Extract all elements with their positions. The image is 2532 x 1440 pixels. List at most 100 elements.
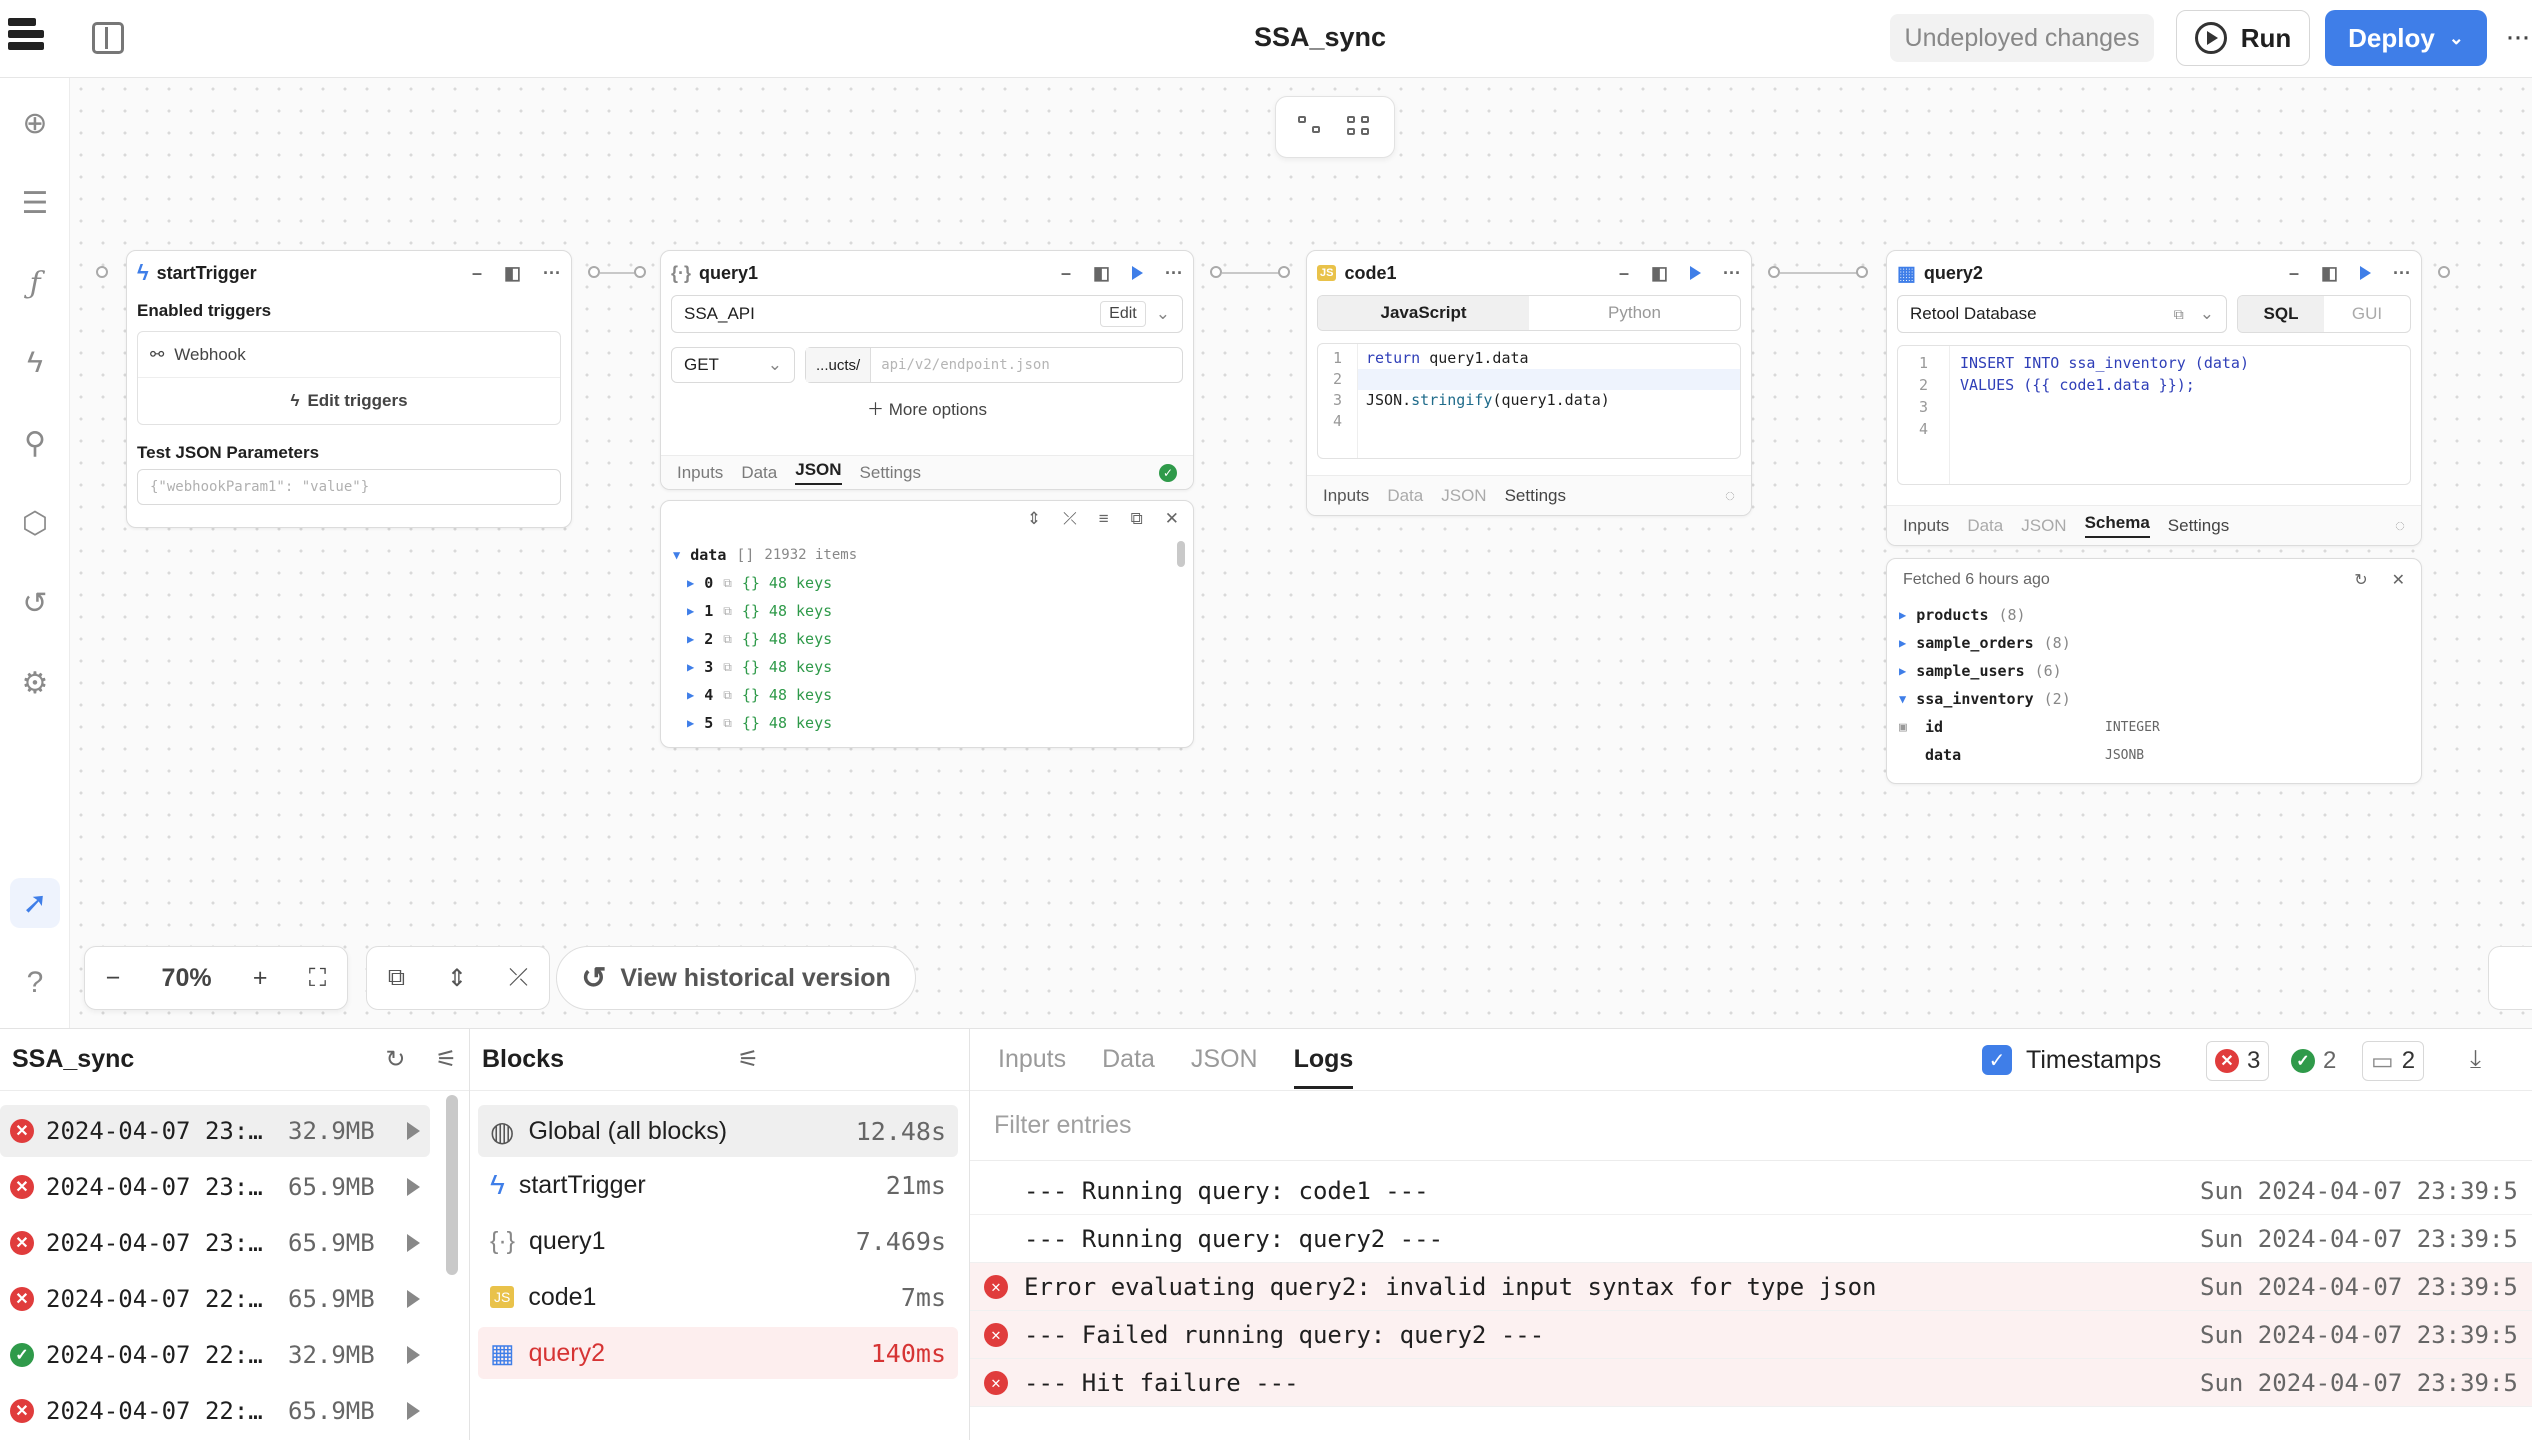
minimize-icon[interactable]: –: [472, 263, 482, 284]
schema-table-row[interactable]: ▶ sample_orders (8): [1899, 629, 2409, 657]
tab-settings[interactable]: Settings: [2168, 516, 2229, 536]
url-input[interactable]: ...ucts/api/v2/endpoint.json: [805, 347, 1183, 383]
schema-table-row[interactable]: ▶ products (8): [1899, 601, 2409, 629]
play-icon[interactable]: [407, 1402, 420, 1420]
block-name[interactable]: query2: [1924, 263, 1983, 284]
query2-block[interactable]: ▦ query2 – ◧ ··· Retool Database ⧉ ⌄ SQL GUI…: [1886, 250, 2422, 546]
tab-inputs[interactable]: Inputs: [998, 1045, 1066, 1074]
tab-data[interactable]: Data: [741, 463, 777, 483]
run-block-icon[interactable]: [1132, 266, 1144, 280]
tab-json[interactable]: JSON: [2021, 516, 2066, 536]
schema-column-row[interactable]: ▣ id INTEGER: [1899, 713, 2409, 741]
auto-layout-icon[interactable]: ⧉: [388, 964, 405, 992]
chevron-down-icon[interactable]: ⌄: [2200, 304, 2214, 324]
copy-icon[interactable]: ⧉: [723, 604, 732, 619]
block-row-starttrigger[interactable]: ϟ startTrigger 21ms: [478, 1159, 958, 1211]
play-icon[interactable]: [407, 1234, 420, 1252]
resource-select[interactable]: Retool Database ⧉ ⌄: [1897, 295, 2227, 333]
download-icon[interactable]: ⤓: [2470, 1045, 2481, 1074]
run-block-icon[interactable]: [1690, 266, 1702, 280]
collapse-all-icon[interactable]: ⤫: [509, 964, 528, 992]
copy-icon[interactable]: ⧉: [723, 716, 732, 731]
panel-icon[interactable]: ◧: [1651, 263, 1668, 284]
triggers-icon[interactable]: ϟ: [10, 338, 60, 388]
zoom-out-button[interactable]: −: [106, 964, 121, 993]
play-icon[interactable]: [407, 1346, 420, 1364]
run-row[interactable]: ✕ 2024-04-07 22:… 65.9MB: [0, 1385, 430, 1437]
connector-dot[interactable]: [2438, 266, 2450, 278]
block-name[interactable]: query1: [699, 263, 758, 284]
open-external-icon[interactable]: ⧉: [2174, 306, 2184, 323]
copy-icon[interactable]: ⧉: [723, 632, 732, 647]
run-block-icon[interactable]: [2360, 266, 2372, 280]
tab-inputs[interactable]: Inputs: [677, 463, 723, 483]
code1-block[interactable]: JS code1 – ◧ ··· JavaScript Python 1 2 3 4 re…: [1306, 250, 1752, 516]
play-icon[interactable]: [407, 1178, 420, 1196]
error-count-badge[interactable]: ✕ 3: [2206, 1041, 2270, 1081]
wrap-icon[interactable]: ≡: [1099, 509, 1109, 533]
more-icon[interactable]: ···: [2393, 263, 2411, 284]
json-array-row[interactable]: ▶ 3 ⧉ {} 48 keys: [673, 653, 1181, 681]
expand-icon[interactable]: ⇕: [1027, 509, 1041, 533]
log-entry[interactable]: ✕ --- Failed running query: query2 --- Sun…: [970, 1311, 2532, 1359]
language-python[interactable]: Python: [1529, 296, 1740, 330]
more-options-button[interactable]: ＋ More options: [661, 395, 1193, 420]
filter-entries-input[interactable]: Filter entries: [970, 1091, 2532, 1161]
schema-table-row[interactable]: ▼ ssa_inventory (2): [1899, 685, 2409, 713]
block-row-query2[interactable]: ▦ query2 140ms: [478, 1327, 958, 1379]
method-select[interactable]: GET ⌄: [671, 347, 795, 383]
schema-column-row[interactable]: data JSONB: [1899, 741, 2409, 769]
tab-json[interactable]: JSON: [1441, 486, 1486, 506]
log-entry[interactable]: ✕ Error evaluating query2: invalid input …: [970, 1263, 2532, 1311]
help-icon[interactable]: ?: [10, 958, 60, 1008]
tab-inputs[interactable]: Inputs: [1323, 486, 1369, 506]
test-params-input[interactable]: {"webhookParam1": "value"}: [137, 469, 561, 505]
history-icon[interactable]: ↺: [10, 578, 60, 628]
start-trigger-block[interactable]: ϟ startTrigger – ◧ ··· Enabled triggers ⚯ W…: [126, 250, 572, 528]
tab-data[interactable]: Data: [1102, 1045, 1155, 1074]
minimize-icon[interactable]: –: [1619, 263, 1629, 284]
panel-icon[interactable]: ◧: [504, 263, 521, 284]
run-row[interactable]: ✕ 2024-04-07 22:… 65.9MB: [0, 1273, 430, 1325]
timestamps-toggle[interactable]: ✓ Timestamps: [1982, 1045, 2161, 1075]
grid-view-icon[interactable]: [1346, 116, 1373, 138]
run-row[interactable]: ✓ 2024-04-07 22:… 32.9MB: [0, 1329, 430, 1381]
block-name[interactable]: code1: [1344, 263, 1396, 284]
copy-icon[interactable]: ⧉: [723, 660, 732, 675]
close-icon[interactable]: ✕: [1165, 509, 1179, 533]
json-scrollbar[interactable]: [1177, 541, 1185, 567]
code-editor[interactable]: 1 2 3 4 return query1.data JSON.stringify(q…: [1317, 343, 1741, 459]
zoom-in-button[interactable]: +: [253, 964, 268, 993]
connector-dot[interactable]: [96, 266, 108, 278]
connector-dot[interactable]: [1210, 266, 1222, 278]
tab-data[interactable]: Data: [1967, 516, 2003, 536]
minimize-icon[interactable]: –: [1061, 263, 1071, 284]
deploy-button[interactable]: Deploy ⌄: [2325, 10, 2487, 66]
minimap-button[interactable]: [2488, 946, 2532, 1010]
resources-cube-icon[interactable]: ⬡: [10, 498, 60, 548]
chevron-down-icon[interactable]: ⌄: [1156, 304, 1170, 324]
run-row[interactable]: ✕ 2024-04-07 23:… 65.9MB: [0, 1217, 430, 1269]
copy-icon[interactable]: ⧉: [1131, 509, 1143, 533]
edit-resource-button[interactable]: Edit: [1100, 301, 1146, 327]
add-block-icon[interactable]: ⊕: [10, 98, 60, 148]
more-menu-icon[interactable]: ···: [2505, 20, 2531, 54]
panel-icon[interactable]: ◧: [1093, 263, 1110, 284]
connector-dot[interactable]: [1856, 266, 1868, 278]
sql-editor[interactable]: 1 2 3 4 INSERT INTO ssa_inventory (data) VA…: [1897, 345, 2411, 485]
tab-data[interactable]: Data: [1387, 486, 1423, 506]
checkbox-checked-icon[interactable]: ✓: [1982, 1045, 2012, 1075]
tab-json[interactable]: JSON: [795, 460, 842, 485]
filter-icon[interactable]: ⚟: [737, 1045, 759, 1074]
resource-select[interactable]: SSA_API Edit ⌄: [671, 295, 1183, 333]
copy-icon[interactable]: ⧉: [723, 688, 732, 703]
run-button[interactable]: Run: [2176, 10, 2310, 66]
run-list-scrollbar[interactable]: [446, 1095, 458, 1275]
close-icon[interactable]: ✕: [2392, 570, 2405, 590]
play-icon[interactable]: [407, 1122, 420, 1140]
json-array-row[interactable]: ▶ 1 ⧉ {} 48 keys: [673, 597, 1181, 625]
filter-icon[interactable]: ⚟: [435, 1045, 457, 1074]
json-array-row[interactable]: ▶ 5 ⧉ {} 48 keys: [673, 709, 1181, 737]
collapse-icon[interactable]: ⤫: [1063, 509, 1077, 533]
edit-triggers-button[interactable]: ϟ Edit triggers: [138, 378, 560, 424]
